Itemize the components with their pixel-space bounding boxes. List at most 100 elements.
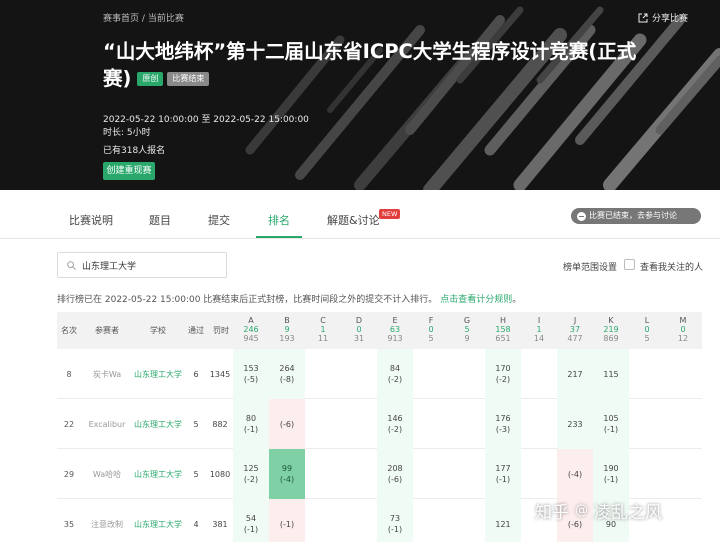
share-button[interactable]: 分享比赛 (638, 11, 688, 24)
search-input[interactable] (82, 258, 222, 273)
problem-column-i[interactable]: I 1 14 (521, 316, 557, 343)
tab-problems[interactable]: 题目 (149, 212, 171, 228)
cell-attempts: (-4) (279, 475, 295, 484)
follow-checkbox[interactable] (624, 259, 635, 270)
minus-circle-icon (577, 211, 586, 221)
problem-cell (449, 449, 485, 499)
ranking-notice: 排行榜已在 2022-05-22 15:00:00 比赛结束后正式封榜，比赛时间… (57, 292, 521, 305)
share-label: 分享比赛 (652, 14, 689, 24)
problem-label: I (537, 316, 541, 325)
create-replay-button[interactable]: 创建重现赛 (103, 162, 155, 180)
header-penalty: 罚时 (213, 326, 229, 335)
problem-tried: 14 (533, 334, 545, 343)
table-header: 名次 参赛者 学校 通过 罚时 A 246 945 B 9 193 C 1 11 D 0 31 E 63 9… (57, 312, 702, 349)
cell-attempts: (-1) (603, 425, 619, 434)
problem-solved: 5 (464, 325, 470, 334)
problem-column-b[interactable]: B 9 193 (269, 316, 305, 343)
problem-solved: 246 (243, 325, 259, 334)
breadcrumb-separator: / (141, 14, 145, 24)
problem-cell (305, 449, 341, 499)
cell-time: (-1) (279, 519, 295, 529)
problem-cell: 217 (557, 349, 593, 399)
problem-column-j[interactable]: J 37 477 (557, 316, 593, 343)
problem-cell (305, 499, 341, 542)
problem-column-c[interactable]: C 1 11 (305, 316, 341, 343)
penalty-cell: 882 (212, 419, 228, 429)
badge-status: 比赛结束 (167, 72, 210, 86)
problem-cell: 84 (-2) (377, 349, 413, 399)
problem-cell (521, 449, 557, 499)
problem-cell (449, 349, 485, 399)
rank-cell: 35 (63, 519, 75, 529)
team-cell[interactable]: Excalibur (81, 399, 133, 449)
problem-label: E (392, 316, 398, 325)
cell-time: 99 (281, 464, 293, 473)
search-box (57, 252, 227, 278)
problem-cell: 105 (-1) (593, 399, 629, 449)
problem-column-h[interactable]: H 158 651 (485, 316, 521, 343)
cell-time: 80 (245, 414, 257, 423)
school-cell[interactable]: 山东理工大学 (133, 449, 183, 499)
problem-tried: 12 (677, 334, 689, 343)
problem-column-e[interactable]: E 63 913 (377, 316, 413, 343)
cell-attempts: (-1) (495, 475, 511, 484)
contest-ended-discuss-button[interactable]: 比赛已结束，去参与讨论 (571, 208, 701, 224)
school-cell[interactable]: 山东理工大学 (133, 349, 183, 399)
breadcrumb-home[interactable]: 赛事首页 (103, 14, 139, 24)
tab-discussion[interactable]: 解题&讨论 (327, 212, 380, 228)
school-cell[interactable]: 山东理工大学 (133, 499, 183, 542)
problem-solved: 1 (536, 325, 542, 334)
cell-time: 54 (245, 514, 257, 523)
problem-label: L (644, 316, 650, 325)
problem-column-f[interactable]: F05 (413, 316, 449, 343)
problem-column-g[interactable]: G59 (449, 316, 485, 343)
problem-column-a[interactable]: A 246 945 (233, 316, 269, 343)
problem-cell (341, 449, 377, 499)
header-solved: 通过 (188, 326, 204, 335)
problem-column-k[interactable]: K 219 869 (593, 316, 629, 343)
problem-cell (629, 399, 665, 449)
cell-time: 121 (495, 519, 511, 529)
problem-cell: 80 (-1) (233, 399, 269, 449)
problem-cell (449, 499, 485, 542)
problem-solved: 37 (569, 325, 581, 334)
team-cell[interactable]: 炭卡Wa (81, 349, 133, 399)
school-cell[interactable]: 山东理工大学 (133, 399, 183, 449)
ranking-scope-settings[interactable]: 榜单范围设置 (563, 260, 617, 273)
cell-time: 84 (389, 364, 401, 373)
penalty-cell: 381 (212, 519, 228, 529)
cell-attempts: (-2) (387, 425, 403, 434)
rank-cell: 29 (63, 469, 75, 479)
problem-cell: 115 (593, 349, 629, 399)
problem-cell: 146 (-2) (377, 399, 413, 449)
problem-column-l[interactable]: L05 (629, 316, 665, 343)
problem-tried: 9 (464, 334, 470, 343)
tab-description[interactable]: 比赛说明 (69, 212, 113, 228)
tab-submissions[interactable]: 提交 (208, 212, 230, 228)
problem-cell (629, 449, 665, 499)
cell-time: 73 (389, 514, 401, 523)
problem-tried: 651 (495, 334, 511, 343)
rank-cell: 22 (63, 419, 75, 429)
tab-ranking[interactable]: 排名 (268, 212, 290, 228)
problem-label: B (284, 316, 290, 325)
header-school: 学校 (150, 326, 166, 335)
scoring-rules-link[interactable]: 点击查看计分规则 (440, 295, 512, 305)
problem-solved: 9 (284, 325, 290, 334)
cell-time: 190 (603, 464, 619, 473)
penalty-cell: 1345 (209, 369, 231, 379)
problem-column-d[interactable]: D 0 31 (341, 316, 377, 343)
cell-attempts: (-1) (387, 525, 403, 534)
problem-cell (341, 499, 377, 542)
cell-time: 264 (279, 364, 295, 373)
problem-cell (413, 399, 449, 449)
problem-solved: 219 (603, 325, 619, 334)
problem-cell: 54 (-1) (233, 499, 269, 542)
problem-cell (665, 399, 701, 449)
problem-cell: 125 (-2) (233, 449, 269, 499)
problem-cell (413, 499, 449, 542)
breadcrumb-current[interactable]: 当前比赛 (148, 14, 184, 24)
team-cell[interactable]: 注意改制 (81, 499, 133, 542)
problem-column-m[interactable]: M 0 12 (665, 316, 701, 343)
team-cell[interactable]: Wa哈哈 (81, 449, 133, 499)
